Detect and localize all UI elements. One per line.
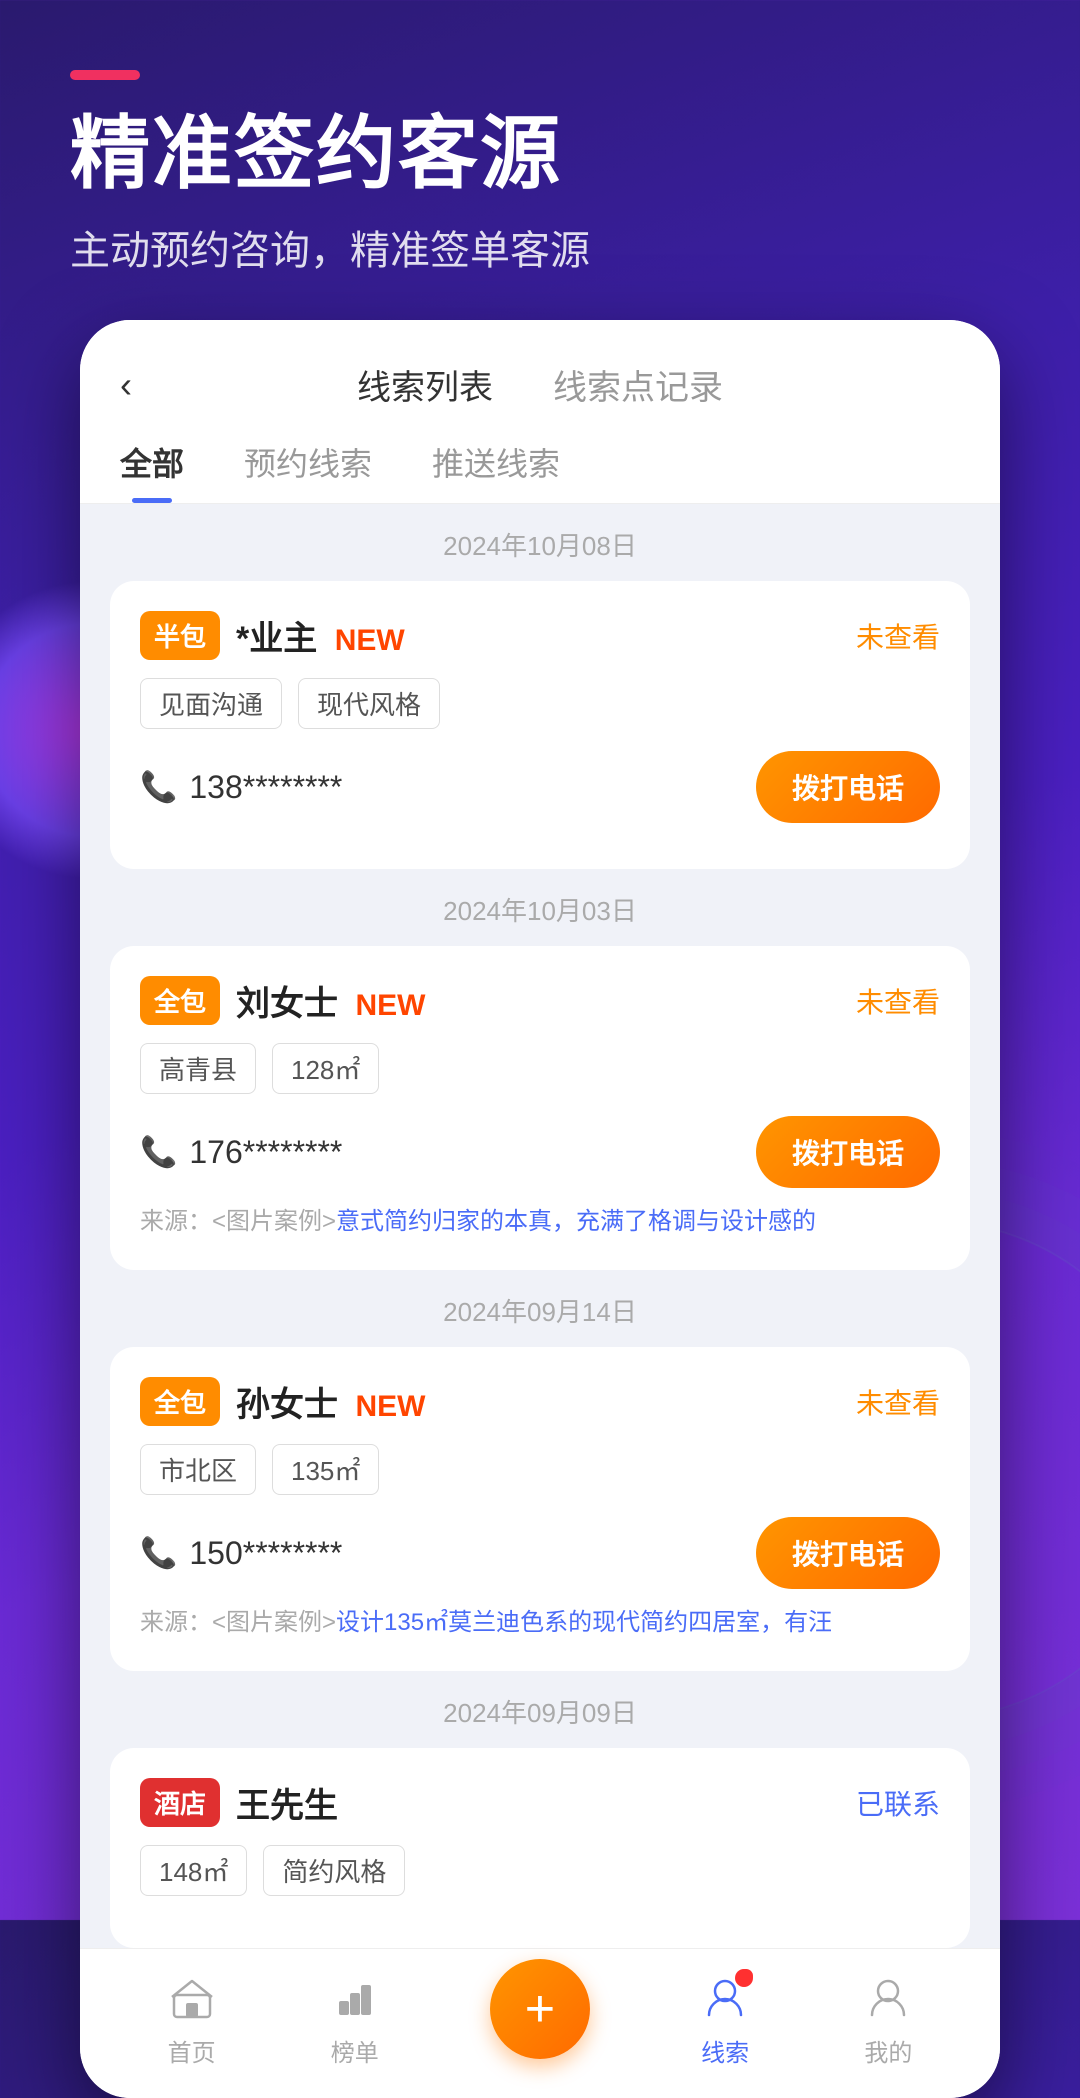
lead-card-3: 全包 孙女士 NEW 未查看 市北区 135㎡ 📞 150******** 拨打… bbox=[110, 1347, 970, 1671]
date-separator-3: 2024年09月14日 bbox=[110, 1270, 970, 1347]
date-separator-2: 2024年10月03日 bbox=[110, 869, 970, 946]
nav-add-button[interactable]: + bbox=[490, 1959, 590, 2059]
page-subtitle: 主动预约咨询，精准签单客源 bbox=[70, 218, 1010, 276]
source-link-2[interactable]: 意式简约归家的本真，充满了格调与设计感的 bbox=[336, 1208, 816, 1235]
lead-card-1: 半包 *业主 NEW 未查看 见面沟通 现代风格 📞 138******** 拨… bbox=[110, 581, 970, 869]
tag-4-2: 简约风格 bbox=[263, 1845, 405, 1896]
bottom-nav: 首页 榜单 + bbox=[80, 1948, 1000, 2098]
phone-icon-2: 📞 bbox=[140, 1135, 177, 1170]
tag-3-1: 市北区 bbox=[140, 1444, 256, 1495]
call-button-3[interactable]: 拨打电话 bbox=[756, 1517, 940, 1589]
customer-name-2: 刘女士 NEW bbox=[236, 976, 425, 1025]
nav-item-leads[interactable]: 线索 bbox=[697, 1969, 753, 2068]
leads-content: 2024年10月08日 半包 *业主 NEW 未查看 见面沟通 现代风格 📞 bbox=[80, 504, 1000, 1948]
tab-bar: 全部 预约线索 推送线索 bbox=[120, 429, 960, 503]
phone-icon-3: 📞 bbox=[140, 1536, 177, 1571]
tag-3-2: 135㎡ bbox=[272, 1444, 379, 1495]
nav-title-group: 线索列表 线索点记录 bbox=[357, 360, 723, 409]
app-header: ‹ 线索列表 线索点记录 全部 预约线索 推送线索 bbox=[80, 320, 1000, 504]
tag-4-1: 148㎡ bbox=[140, 1845, 247, 1896]
card-header-2: 全包 刘女士 NEW 未查看 bbox=[140, 976, 940, 1025]
card-header-3: 全包 孙女士 NEW 未查看 bbox=[140, 1377, 940, 1426]
back-button[interactable]: ‹ bbox=[120, 364, 170, 406]
phone-number-1: 138******** bbox=[189, 769, 342, 806]
nav-label-leads: 线索 bbox=[701, 2033, 749, 2068]
tag-2-1: 高青县 bbox=[140, 1043, 256, 1094]
lead-badge-1: 半包 bbox=[140, 611, 220, 660]
nav-item-home[interactable]: 首页 bbox=[164, 1969, 220, 2068]
nav-title-main: 线索列表 bbox=[357, 360, 493, 409]
source-link-3[interactable]: 设计135㎡莫兰迪色系的现代简约四居室，有汪 bbox=[336, 1609, 832, 1636]
status-3: 未查看 bbox=[856, 1382, 940, 1422]
date-separator-1: 2024年10月08日 bbox=[110, 504, 970, 581]
call-button-1[interactable]: 拨打电话 bbox=[756, 751, 940, 823]
card-header-left-1: 半包 *业主 NEW bbox=[140, 611, 405, 660]
new-badge-1: NEW bbox=[335, 624, 405, 657]
card-header-4: 酒店 王先生 已联系 bbox=[140, 1778, 940, 1827]
new-badge-3: NEW bbox=[355, 1390, 425, 1423]
lead-badge-4: 酒店 bbox=[140, 1778, 220, 1827]
phone-left-3: 📞 150******** bbox=[140, 1535, 342, 1572]
nav-label-ranking: 榜单 bbox=[331, 2033, 379, 2068]
nav-title-secondary: 线索点记录 bbox=[553, 360, 723, 409]
page-title: 精准签约客源 bbox=[70, 110, 1010, 198]
phone-row-1: 📞 138******** 拨打电话 bbox=[140, 751, 940, 823]
customer-name-1: *业主 NEW bbox=[236, 611, 405, 660]
call-button-2[interactable]: 拨打电话 bbox=[756, 1116, 940, 1188]
phone-number-2: 176******** bbox=[189, 1134, 342, 1171]
date-separator-4: 2024年09月09日 bbox=[110, 1671, 970, 1748]
card-header-left-4: 酒店 王先生 bbox=[140, 1778, 338, 1827]
card-header-left-3: 全包 孙女士 NEW bbox=[140, 1377, 425, 1426]
phone-row-2: 📞 176******** 拨打电话 bbox=[140, 1116, 940, 1188]
lead-card-4: 酒店 王先生 已联系 148㎡ 简约风格 bbox=[110, 1748, 970, 1948]
nav-item-mine[interactable]: 我的 bbox=[860, 1969, 916, 2068]
customer-name-3: 孙女士 NEW bbox=[236, 1377, 425, 1426]
tag-2-2: 128㎡ bbox=[272, 1043, 379, 1094]
nav-item-ranking[interactable]: 榜单 bbox=[327, 1969, 383, 2068]
phone-left-1: 📞 138******** bbox=[140, 769, 342, 806]
tag-1-2: 现代风格 bbox=[298, 678, 440, 729]
tags-row-4: 148㎡ 简约风格 bbox=[140, 1845, 940, 1896]
source-row-2: 来源：<图片案例>意式简约归家的本真，充满了格调与设计感的 bbox=[140, 1204, 940, 1240]
lead-card-2: 全包 刘女士 NEW 未查看 高青县 128㎡ 📞 176******** 拨打… bbox=[110, 946, 970, 1270]
tags-row-3: 市北区 135㎡ bbox=[140, 1444, 940, 1495]
tab-all[interactable]: 全部 bbox=[120, 439, 184, 503]
tag-1-1: 见面沟通 bbox=[140, 678, 282, 729]
phone-mockup: ‹ 线索列表 线索点记录 全部 预约线索 推送线索 2024年10月08日 半 bbox=[80, 320, 1000, 2098]
tab-appointment[interactable]: 预约线索 bbox=[244, 439, 372, 503]
nav-label-home: 首页 bbox=[168, 2033, 216, 2068]
app-nav: ‹ 线索列表 线索点记录 bbox=[120, 360, 960, 409]
mine-icon bbox=[860, 1969, 916, 2025]
tags-row-2: 高青县 128㎡ bbox=[140, 1043, 940, 1094]
customer-name-4: 王先生 bbox=[236, 1778, 338, 1827]
phone-row-3: 📞 150******** 拨打电话 bbox=[140, 1517, 940, 1589]
phone-left-2: 📞 176******** bbox=[140, 1134, 342, 1171]
status-2: 未查看 bbox=[856, 981, 940, 1021]
page-header: 精准签约客源 主动预约咨询，精准签单客源 bbox=[0, 0, 1080, 316]
source-row-3: 来源：<图片案例>设计135㎡莫兰迪色系的现代简约四居室，有汪 bbox=[140, 1605, 940, 1641]
header-accent-bar bbox=[70, 70, 140, 80]
lead-badge-2: 全包 bbox=[140, 976, 220, 1025]
ranking-icon bbox=[327, 1969, 383, 2025]
card-header-1: 半包 *业主 NEW 未查看 bbox=[140, 611, 940, 660]
new-badge-2: NEW bbox=[355, 989, 425, 1022]
phone-number-3: 150******** bbox=[189, 1535, 342, 1572]
leads-icon bbox=[697, 1969, 753, 2025]
card-header-left-2: 全包 刘女士 NEW bbox=[140, 976, 425, 1025]
status-1: 未查看 bbox=[856, 616, 940, 656]
status-4: 已联系 bbox=[856, 1783, 940, 1823]
phone-icon-1: 📞 bbox=[140, 770, 177, 805]
tags-row-1: 见面沟通 现代风格 bbox=[140, 678, 940, 729]
tab-push[interactable]: 推送线索 bbox=[432, 439, 560, 503]
home-icon bbox=[164, 1969, 220, 2025]
plus-icon: + bbox=[525, 1983, 555, 2035]
lead-badge-3: 全包 bbox=[140, 1377, 220, 1426]
nav-label-mine: 我的 bbox=[864, 2033, 912, 2068]
